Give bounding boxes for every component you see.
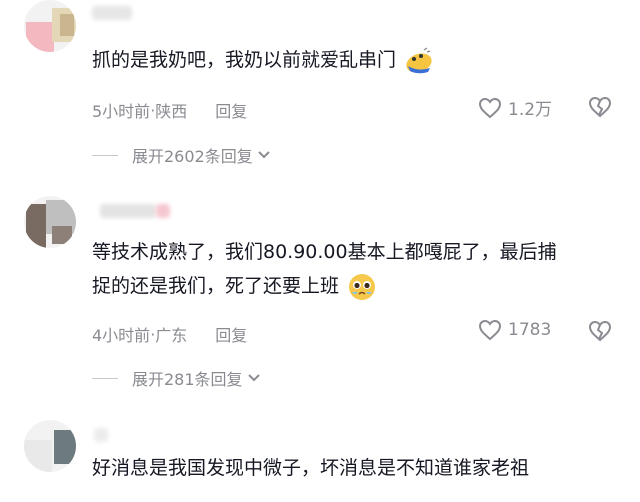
like-button[interactable]: 1783 <box>478 319 551 341</box>
expand-replies-button[interactable]: 展开2602条回复 <box>92 143 271 167</box>
avatar[interactable] <box>24 196 76 248</box>
chevron-down-icon <box>247 374 260 382</box>
dizzy-face-emoji-icon <box>404 46 434 76</box>
reply-button[interactable]: 回复 <box>215 98 247 122</box>
comment-text: 好消息是我国发现中微子，坏消息是不知道谁家老祖 <box>92 448 529 488</box>
heart-icon <box>478 319 502 341</box>
comment-time: 5小时前 <box>92 102 151 121</box>
expand-line <box>92 377 118 379</box>
avatar-image <box>24 196 76 248</box>
avatar-image <box>24 420 76 472</box>
username-blurred-tail <box>156 204 170 218</box>
comment-location: 陕西 <box>155 102 188 121</box>
comment-text-line1: 等技术成熟了，我们80.90.00基本上都嘎屁了，最后捕 <box>92 241 557 263</box>
broken-heart-icon <box>588 96 612 118</box>
chevron-down-icon <box>258 151 270 159</box>
expand-replies-button[interactable]: 展开281条回复 <box>92 366 261 390</box>
username-blurred[interactable] <box>94 428 108 442</box>
like-button[interactable]: 1.2万 <box>478 95 552 120</box>
comment-location: 广东 <box>155 326 188 345</box>
comment-text-content: 抓的是我奶吧，我奶以前就爱乱串门 <box>92 49 397 71</box>
username-blurred[interactable] <box>92 6 132 20</box>
heart-icon <box>478 97 502 118</box>
avatar[interactable] <box>24 420 76 472</box>
expand-replies-label: 展开2602条回复 <box>132 147 253 166</box>
broken-heart-icon <box>588 320 612 342</box>
avatar-image <box>24 0 76 52</box>
comment-text: 抓的是我奶吧，我奶以前就爱乱串门 <box>92 40 434 80</box>
dislike-button[interactable] <box>588 320 612 346</box>
expand-line <box>92 154 118 156</box>
comment-text: 捉的还是我们，死了还要上班 <box>92 266 377 306</box>
avatar[interactable] <box>24 0 76 52</box>
comment-meta: 5小时前 · 陕西 回复 <box>92 98 247 122</box>
like-count: 1.2万 <box>508 100 553 120</box>
reply-button[interactable]: 回复 <box>215 322 247 346</box>
expand-replies-label: 展开281条回复 <box>132 370 243 389</box>
like-count: 1783 <box>508 320 552 340</box>
pleading-face-emoji-icon <box>347 272 377 302</box>
comment-time: 4小时前 <box>92 326 151 345</box>
comment-meta: 4小时前 · 广东 回复 <box>92 322 247 346</box>
comment-text-content: 好消息是我国发现中微子，坏消息是不知道谁家老祖 <box>92 457 530 479</box>
comment-text-line2: 捉的还是我们，死了还要上班 <box>92 275 340 297</box>
username-blurred[interactable] <box>100 204 156 218</box>
dislike-button[interactable] <box>588 96 612 122</box>
